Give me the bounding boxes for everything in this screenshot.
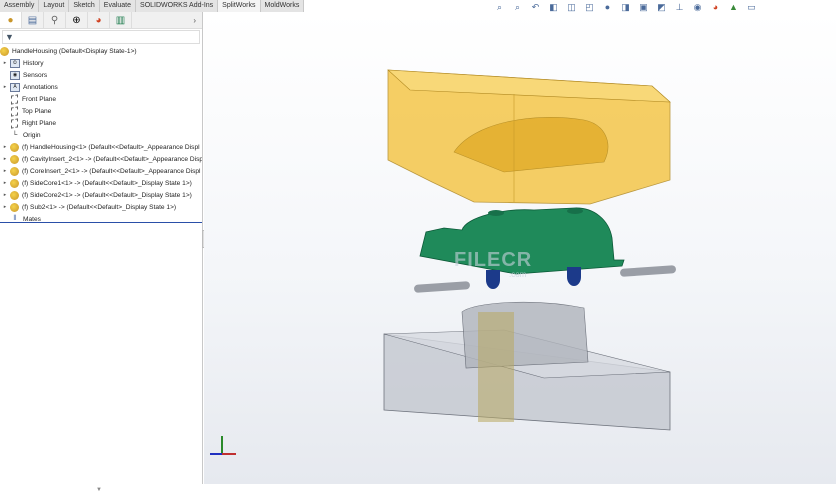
expand-arrow-icon[interactable]: ▸ [0, 180, 10, 186]
part-icon [10, 154, 19, 164]
tree-item-label: (f) SideCore2<1> -> (Default<<Default>_D… [22, 191, 192, 199]
panel-icon-bar: ● ▤ ⚲ ⊕ ◕ ▥ › [0, 12, 202, 29]
tree-item-label: (f) SideCore1<1> -> (Default<<Default>_D… [22, 179, 192, 187]
display-manager-icon[interactable]: ◕ [88, 12, 110, 28]
part-icon [10, 166, 19, 176]
tree-filter[interactable]: ▼ [2, 30, 200, 44]
scene-icon[interactable]: ◩ [654, 2, 669, 13]
edit-appearance-icon[interactable]: ▣ [636, 2, 651, 13]
plane-icon [11, 93, 18, 105]
tree-item-label: Sensors [23, 71, 48, 79]
property-manager-icon[interactable]: ▤ [22, 12, 44, 28]
plane-icon [11, 105, 18, 117]
annotations-icon: A [10, 82, 20, 92]
zoom-to-fit-icon[interactable]: ⌕ [492, 2, 507, 13]
expand-arrow-icon[interactable]: ▸ [0, 156, 10, 162]
tab-solidworks-addins[interactable]: SOLIDWORKS Add-Ins [136, 0, 219, 12]
appearance-icon[interactable]: ◕ [708, 2, 723, 13]
part-icon [10, 190, 19, 200]
part-icon [10, 178, 19, 188]
part-icon [10, 142, 19, 152]
tab-evaluate[interactable]: Evaluate [99, 0, 137, 12]
scene-render-icon[interactable]: ▲ [726, 2, 741, 13]
zoom-to-area-icon[interactable]: ⌕ [510, 2, 525, 13]
watermark-suffix: .com [509, 270, 527, 279]
expand-arrow-icon[interactable]: ▸ [0, 84, 10, 90]
filter-icon: ▼ [5, 32, 14, 42]
base-core [383, 301, 671, 431]
feature-tree: HandleHousing (Default<Display State-1>)… [0, 45, 202, 225]
tree-item[interactable]: Top Plane [0, 105, 202, 117]
tree-item-label: (f) Sub2<1> -> (Default<<Default>_Displa… [22, 203, 177, 211]
expand-arrow-icon[interactable]: ▸ [0, 204, 10, 210]
tab-layout[interactable]: Layout [39, 0, 70, 12]
tab-sketch[interactable]: Sketch [69, 0, 100, 12]
monitor-icon[interactable]: ▭ [744, 2, 759, 13]
expand-arrow-icon[interactable]: ▸ [0, 168, 10, 174]
view-settings-icon[interactable]: ⊥ [672, 2, 687, 13]
tree-item[interactable]: Front Plane [0, 93, 202, 105]
feature-manager-icon[interactable]: ● [0, 12, 22, 28]
cam-icon[interactable]: ▥ [110, 12, 132, 28]
tree-divider [0, 222, 202, 223]
dynamic-annotation-icon[interactable]: ◫ [564, 2, 579, 13]
tree-item[interactable]: ▸ (f) SideCore2<1> -> (Default<<Default>_… [0, 189, 202, 201]
cavity-insert [387, 69, 671, 205]
plane-icon [11, 117, 18, 129]
display-style-icon[interactable]: ● [600, 2, 615, 13]
tree-item[interactable]: └ Origin [0, 129, 202, 141]
tree-item[interactable]: ▸ (f) HandleHousing<1> (Default<<Default>… [0, 141, 202, 153]
tree-item[interactable]: ⫴ Mates [0, 213, 202, 225]
tree-item-label: (f) HandleHousing<1> (Default<<Default>_… [22, 143, 200, 151]
tree-root[interactable]: HandleHousing (Default<Display State-1>) [0, 45, 202, 57]
axis-triad-icon [210, 436, 236, 455]
configuration-manager-icon[interactable]: ⚲ [44, 12, 66, 28]
view-orientation-icon[interactable]: ◰ [582, 2, 597, 13]
assembly-icon [0, 46, 9, 56]
hide-show-icon[interactable]: ◨ [618, 2, 633, 13]
tree-item[interactable]: ▸ (f) CavityInsert_2<1> -> (Default<<Defa… [0, 153, 202, 165]
tree-item-label: Right Plane [22, 119, 57, 127]
origin-icon: └ [12, 131, 18, 139]
previous-view-icon[interactable]: ↶ [528, 2, 543, 13]
tree-item[interactable]: ▸ A Annotations [0, 81, 202, 93]
tree-item-label: Top Plane [22, 107, 52, 115]
tree-item-label: (f) CavityInsert_2<1> -> (Default<<Defau… [22, 155, 202, 163]
tab-assembly[interactable]: Assembly [0, 0, 40, 12]
tab-moldworks[interactable]: MoldWorks [260, 0, 305, 12]
tree-item[interactable]: Right Plane [0, 117, 202, 129]
tree-root-label: HandleHousing (Default<Display State-1>) [12, 47, 137, 55]
tree-item-label: Origin [23, 131, 41, 139]
part-icon [10, 202, 19, 212]
tree-item-label: Front Plane [22, 95, 57, 103]
tree-item[interactable]: ▸ (f) SideCore1<1> -> (Default<<Default>_… [0, 177, 202, 189]
tree-item-label: (f) CoreInsert_2<1> -> (Default<<Default… [22, 167, 201, 175]
scroll-down-icon[interactable]: ▼ [96, 487, 102, 493]
feature-manager-panel: ● ▤ ⚲ ⊕ ◕ ▥ › ▼ HandleHousing (Default<D… [0, 12, 203, 493]
visibility-icon[interactable]: ◉ [690, 2, 705, 13]
tree-item[interactable]: ▸ ⏲ History [0, 57, 202, 69]
tree-item-label: Annotations [23, 83, 58, 91]
more-tabs-chevron-icon[interactable]: › [193, 16, 196, 25]
tree-item[interactable]: ▸ (f) Sub2<1> -> (Default<<Default>_Displ… [0, 201, 202, 213]
tree-item[interactable]: ◉ Sensors [0, 69, 202, 81]
sensors-icon: ◉ [10, 70, 20, 80]
tab-splitworks[interactable]: SplitWorks [218, 0, 261, 12]
graphics-viewport[interactable]: FILECR .com ⌕ ⌕ ↶ ◧ ◫ ◰ ● ◨ ▣ ◩ ⊥ ◉ ◕ ▲ … [204, 2, 836, 484]
tree-item[interactable]: ▸ (f) CoreInsert_2<1> -> (Default<<Defaul… [0, 165, 202, 177]
watermark-logo: FILECR [454, 249, 533, 271]
expand-arrow-icon[interactable]: ▸ [0, 144, 10, 150]
tree-item-label: History [23, 59, 44, 67]
expand-arrow-icon[interactable]: ▸ [0, 192, 10, 198]
dimxpert-icon[interactable]: ⊕ [66, 12, 88, 28]
assembly-model [383, 69, 676, 431]
heads-up-view-toolbar: ⌕ ⌕ ↶ ◧ ◫ ◰ ● ◨ ▣ ◩ ⊥ ◉ ◕ ▲ ▭ [492, 2, 759, 13]
expand-arrow-icon[interactable]: ▸ [0, 60, 10, 66]
history-icon: ⏲ [10, 58, 20, 68]
section-view-icon[interactable]: ◧ [546, 2, 561, 13]
